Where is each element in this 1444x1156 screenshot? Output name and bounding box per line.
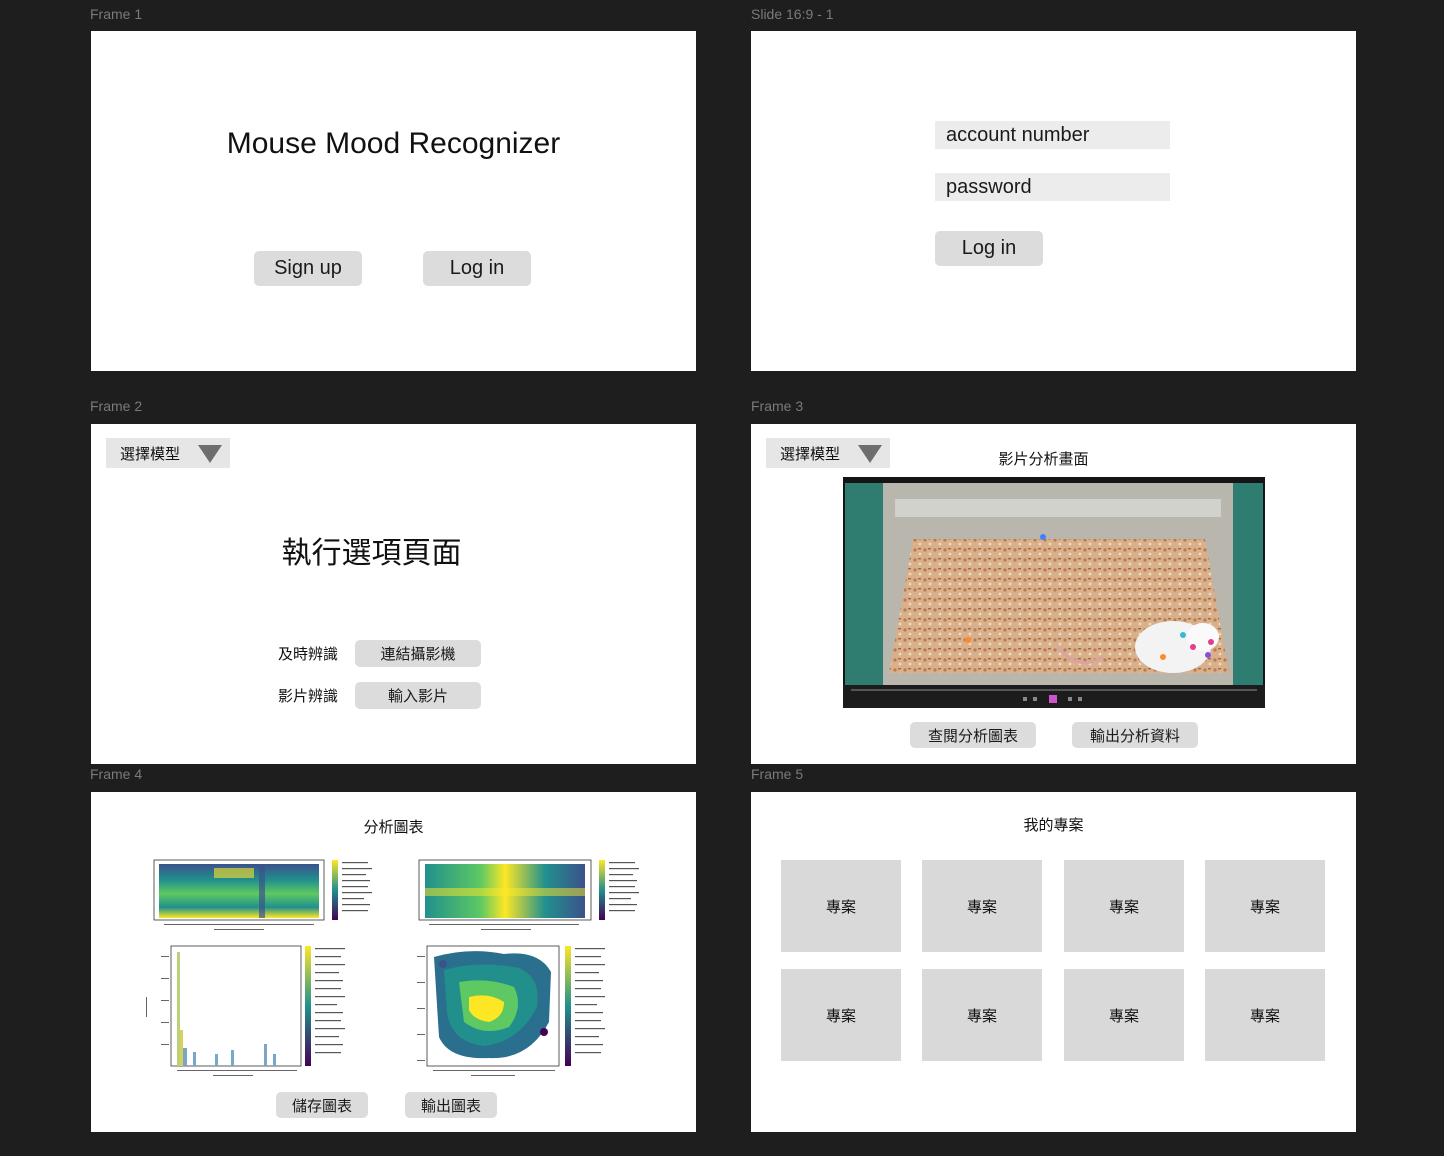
frame5-my-projects-screen: 我的專案 專案 專案 專案 專案 專案 專案 專案 專案 bbox=[751, 792, 1356, 1132]
model-select-label: 選擇模型 bbox=[120, 444, 181, 463]
project-card[interactable]: 專案 bbox=[781, 860, 901, 952]
export-chart-button[interactable]: 輸出圖表 bbox=[405, 1092, 497, 1118]
slide-label: Slide 16:9 - 1 bbox=[751, 6, 834, 22]
view-analysis-charts-button[interactable]: 查閱分析圖表 bbox=[910, 722, 1036, 748]
frame1-label: Frame 1 bbox=[90, 6, 143, 22]
frame2-options-screen: 選擇模型 執行選項頁面 及時辨識 連結攝影機 影片辨識 輸入影片 bbox=[91, 424, 696, 764]
frame4-analysis-charts-screen: 分析圖表 儲存圖表 輸出圖表 bbox=[91, 792, 696, 1132]
login-submit-button[interactable]: Log in bbox=[935, 231, 1043, 266]
account-number-field[interactable]: account number bbox=[935, 121, 1170, 149]
project-card[interactable]: 專案 bbox=[1064, 860, 1184, 952]
likelihood-heatmap-chart bbox=[153, 859, 372, 930]
my-projects-title: 我的專案 bbox=[1023, 816, 1084, 834]
realtime-recognition-label: 及時辨識 bbox=[278, 645, 339, 663]
frame4-label: Frame 4 bbox=[90, 766, 143, 782]
save-chart-button[interactable]: 儲存圖表 bbox=[276, 1092, 368, 1118]
project-card[interactable]: 專案 bbox=[922, 860, 1042, 952]
mouse-video-frame bbox=[843, 477, 1265, 708]
signup-button[interactable]: Sign up bbox=[254, 251, 362, 286]
login-button[interactable]: Log in bbox=[423, 251, 531, 286]
frame3-label: Frame 3 bbox=[751, 398, 804, 414]
project-card[interactable]: 專案 bbox=[1205, 860, 1325, 952]
import-video-button[interactable]: 輸入影片 bbox=[355, 682, 481, 709]
connect-camera-button[interactable]: 連結攝影機 bbox=[355, 640, 481, 667]
project-card[interactable]: 專案 bbox=[781, 969, 901, 1061]
frame1-welcome-screen: Mouse Mood Recognizer Sign up Log in bbox=[91, 31, 696, 371]
frame3-video-analysis-screen: 選擇模型 影片分析畫面 查閱分析圖表 輸出分析資料 bbox=[751, 424, 1356, 764]
password-field[interactable]: password bbox=[935, 173, 1170, 201]
histogram-chart bbox=[146, 945, 345, 1076]
frame2-label: Frame 2 bbox=[90, 398, 143, 414]
project-card[interactable]: 專案 bbox=[922, 969, 1042, 1061]
dropdown-triangle-icon bbox=[198, 445, 222, 463]
model-select-dropdown[interactable]: 選擇模型 bbox=[106, 438, 230, 468]
options-page-title: 執行選項頁面 bbox=[281, 536, 462, 571]
video-player[interactable] bbox=[843, 477, 1265, 708]
app-title: Mouse Mood Recognizer bbox=[226, 127, 561, 160]
video-analysis-title: 影片分析畫面 bbox=[998, 450, 1089, 468]
login-screen: account number password Log in bbox=[751, 31, 1356, 371]
project-card[interactable]: 專案 bbox=[1064, 969, 1184, 1061]
position-heatmap-chart bbox=[418, 859, 639, 930]
frame5-label: Frame 5 bbox=[751, 766, 804, 782]
charts-title: 分析圖表 bbox=[363, 818, 424, 836]
video-recognition-label: 影片辨識 bbox=[278, 687, 339, 705]
export-analysis-data-button[interactable]: 輸出分析資料 bbox=[1072, 722, 1198, 748]
position-scatter-chart bbox=[417, 945, 605, 1076]
project-card[interactable]: 專案 bbox=[1205, 969, 1325, 1061]
